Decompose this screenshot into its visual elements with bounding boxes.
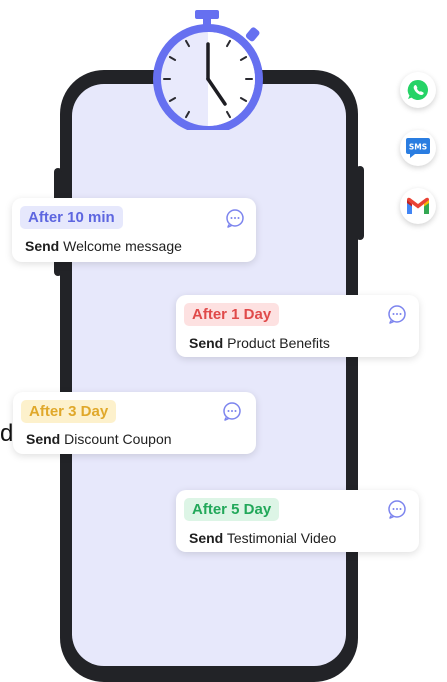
card-message: Send Product Benefits [189, 335, 330, 351]
send-label: Send [26, 431, 61, 447]
chat-icon[interactable] [387, 304, 407, 324]
message-text: Product Benefits [227, 335, 330, 351]
delay-badge: After 5 Day [184, 498, 280, 521]
message-card-2[interactable]: After 1 Day Send Product Benefits [176, 295, 419, 357]
stopwatch-icon [153, 10, 263, 130]
gmail-icon [407, 197, 429, 214]
card-message: Send Welcome message [25, 238, 182, 254]
chat-icon[interactable] [225, 208, 245, 228]
stray-text: d [0, 420, 14, 447]
delay-badge: After 10 min [20, 206, 123, 229]
whatsapp-button[interactable] [400, 72, 436, 108]
message-text: Welcome message [63, 238, 182, 254]
whatsapp-icon [407, 79, 428, 100]
send-label: Send [25, 238, 60, 254]
card-message: Send Testimonial Video [189, 530, 336, 546]
delay-badge: After 1 Day [184, 303, 280, 326]
phone-screen [72, 84, 346, 666]
gmail-button[interactable] [400, 188, 436, 224]
chat-icon[interactable] [222, 401, 242, 421]
chat-icon[interactable] [387, 499, 407, 519]
send-label: Send [189, 335, 224, 351]
message-card-3[interactable]: After 3 Day Send Discount Coupon [13, 392, 256, 454]
sms-button[interactable]: SMS [400, 130, 436, 166]
svg-text:SMS: SMS [409, 143, 427, 152]
card-message: Send Discount Coupon [26, 431, 172, 447]
message-card-4[interactable]: After 5 Day Send Testimonial Video [176, 490, 419, 552]
delay-badge: After 3 Day [21, 400, 117, 423]
sms-icon: SMS [406, 138, 430, 158]
message-card-1[interactable]: After 10 min Send Welcome message [12, 198, 256, 262]
message-text: Testimonial Video [226, 530, 337, 546]
message-text: Discount Coupon [64, 431, 172, 447]
send-label: Send [189, 530, 224, 546]
phone-side-button [356, 166, 364, 240]
